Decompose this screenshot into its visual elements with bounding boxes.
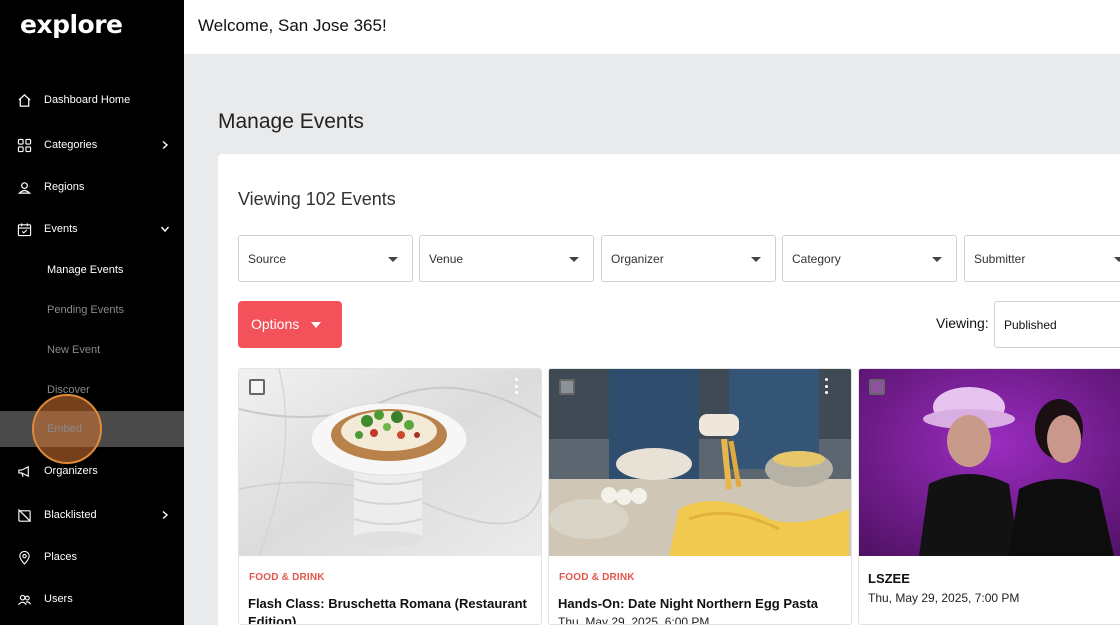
users-icon [16,591,32,607]
more-options-icon[interactable] [825,378,829,394]
sidebar-item-label: Events [44,223,78,235]
megaphone-icon [16,463,32,479]
event-category: FOOD & DRINK [249,572,325,583]
viewing-status-value: Published [1004,318,1057,332]
caret-down-icon [311,322,321,328]
sidebar-item-label: Categories [44,139,98,151]
event-title[interactable]: LSZEE [868,570,1120,588]
venue-filter-label: Venue [429,252,464,266]
caret-down-icon [569,257,579,262]
event-date: Thu, May 29, 2025, 7:00 PM [868,591,1020,605]
event-title[interactable]: Flash Class: Bruschetta Romana (Restaura… [248,595,533,624]
events-count-heading: Viewing 102 Events [238,189,396,209]
sidebar-item-dashboard-home[interactable]: Dashboard Home [0,88,184,112]
chevron-down-icon [158,222,172,236]
organizer-filter[interactable]: Organizer [601,235,776,282]
caret-down-icon [1114,257,1120,262]
sidebar-item-categories[interactable]: Categories [0,133,184,157]
venue-filter[interactable]: Venue [419,235,594,282]
top-bar: Welcome, San Jose 365! [184,0,1120,54]
sidebar-item-label: Organizers [44,465,98,477]
event-select-checkbox[interactable] [249,379,265,395]
event-card[interactable]: FOOD & DRINK Flash Class: Bruschetta Rom… [238,368,542,625]
event-card[interactable]: FOOD & DRINK Hands-On: Date Night Northe… [548,368,852,625]
welcome-message: Welcome, San Jose 365! [198,16,387,35]
sidebar: explore Dashboard Home Categories Region… [0,0,184,625]
map-pin-icon [16,549,32,565]
submitter-filter[interactable]: Submitter [964,235,1120,282]
user-pin-icon [16,179,32,195]
caret-down-icon [932,257,942,262]
events-panel: Viewing 102 Events Source Venue Organize… [218,154,1120,625]
category-filter[interactable]: Category [782,235,957,282]
sidebar-subitem-pending-events[interactable]: Pending Events [47,304,124,316]
sidebar-subitem-embed[interactable]: Embed [47,423,82,435]
sidebar-item-blacklisted[interactable]: Blacklisted [0,503,184,527]
sidebar-item-places[interactable]: Places [0,545,184,569]
event-date: Thu, May 29, 2025, 6:00 PM [558,615,710,625]
chevron-right-icon [158,138,172,152]
sidebar-item-organizers[interactable]: Organizers [0,459,184,483]
page-title: Manage Events [218,110,364,133]
event-card[interactable]: LSZEE Thu, May 29, 2025, 7:00 PM [858,368,1120,625]
event-category: FOOD & DRINK [559,572,635,583]
event-select-checkbox[interactable] [559,379,575,395]
sidebar-subitem-new-event[interactable]: New Event [47,344,100,356]
blocked-icon [16,507,32,523]
sidebar-item-label: Users [44,593,73,605]
logo[interactable]: explore [20,10,123,39]
event-image [239,369,541,556]
source-filter-label: Source [248,252,287,266]
viewing-label: Viewing: [936,315,989,331]
category-filter-label: Category [792,252,841,266]
sidebar-item-users[interactable]: Users [0,587,184,611]
caret-down-icon [388,257,398,262]
event-image [859,369,1120,556]
sidebar-item-label: Dashboard Home [44,94,131,106]
grid-icon [16,137,32,153]
submitter-filter-label: Submitter [974,252,1026,266]
viewing-status-select[interactable]: Published [994,301,1120,348]
organizer-filter-label: Organizer [611,252,664,266]
sidebar-item-label: Places [44,551,78,563]
calendar-icon [16,221,32,237]
home-icon [16,92,32,108]
sidebar-item-label: Blacklisted [44,509,97,521]
chevron-right-icon [158,508,172,522]
event-title[interactable]: Hands-On: Date Night Northern Egg Pasta [558,595,843,613]
sidebar-subitem-manage-events[interactable]: Manage Events [47,264,123,276]
more-options-icon[interactable] [515,378,519,394]
sidebar-item-label: Regions [44,181,85,193]
sidebar-item-regions[interactable]: Regions [0,175,184,199]
caret-down-icon [751,257,761,262]
options-button[interactable]: Options [238,301,342,348]
sidebar-item-events[interactable]: Events [0,217,184,241]
source-filter[interactable]: Source [238,235,413,282]
event-image [549,369,851,556]
options-button-label: Options [251,316,300,332]
event-select-checkbox[interactable] [869,379,885,395]
